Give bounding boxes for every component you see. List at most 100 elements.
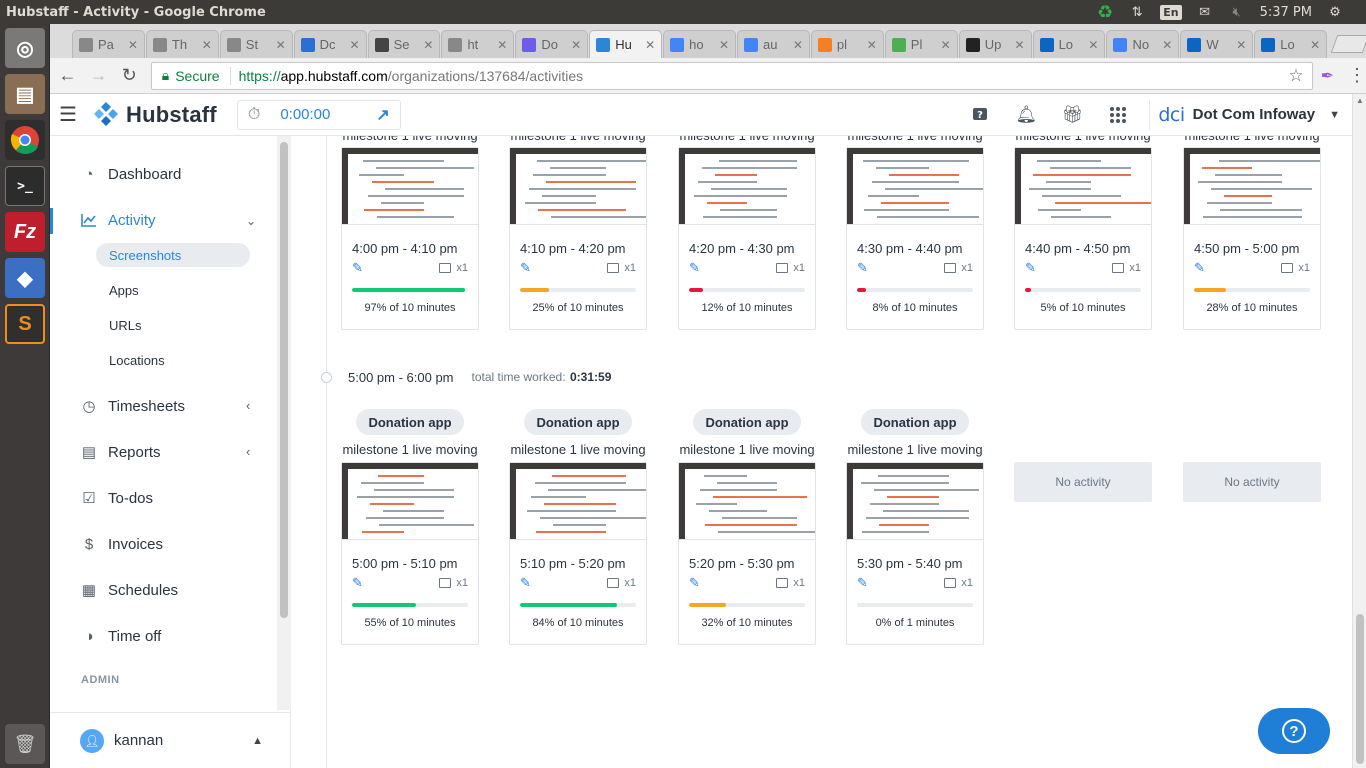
screenshot-thumbnail[interactable]: [679, 463, 815, 540]
user-menu[interactable]: 👤︎ kannan ▲: [50, 712, 291, 768]
sidebar-item-invoices[interactable]: $ Invoices: [80, 532, 163, 556]
chevron-left-icon[interactable]: ‹: [246, 398, 250, 413]
sidebar-scrollbar[interactable]: [277, 136, 291, 710]
screenshot-count[interactable]: x1: [944, 262, 973, 274]
network-arrows-icon[interactable]: ⇅: [1128, 4, 1146, 20]
screenshot-count[interactable]: x1: [944, 577, 973, 589]
tab-close-icon[interactable]: ✕: [350, 38, 360, 52]
browser-tab[interactable]: ht ✕: [441, 30, 515, 58]
mail-icon[interactable]: ✉: [1196, 4, 1214, 20]
screenshot-count[interactable]: x1: [1281, 262, 1310, 274]
browser-tab[interactable]: No ✕: [1106, 30, 1180, 58]
browser-tab[interactable]: Hu ✕: [589, 30, 663, 58]
page-scrollbar[interactable]: ▲: [1352, 94, 1366, 768]
hubstaff-logo[interactable]: Hubstaff: [92, 101, 217, 129]
project-badge[interactable]: Donation app: [524, 409, 632, 435]
tab-close-icon[interactable]: ✕: [719, 38, 729, 52]
address-bar[interactable]: 🔒︎ Secure https://app.hubstaff.com/organ…: [150, 61, 1313, 90]
sidebar-item-todos[interactable]: ☑ To-dos: [80, 486, 153, 510]
screenshot-count[interactable]: x1: [776, 577, 805, 589]
input-language-indicator[interactable]: En: [1160, 4, 1182, 20]
sidebar-item-schedules[interactable]: ▦ Schedules: [80, 578, 178, 602]
chevron-down-icon[interactable]: ⌄: [246, 214, 256, 228]
tab-close-icon[interactable]: ✕: [793, 38, 803, 52]
screenshot-thumbnail[interactable]: [510, 148, 646, 225]
tab-close-icon[interactable]: ✕: [276, 38, 286, 52]
screenshot-count[interactable]: x1: [607, 262, 636, 274]
browser-tab[interactable]: St ✕: [219, 30, 293, 58]
screenshot-thumbnail[interactable]: [342, 463, 478, 540]
browser-tab[interactable]: Pa ✕: [72, 30, 145, 58]
screenshot-count[interactable]: x1: [776, 262, 805, 274]
screenshot-count[interactable]: x1: [1112, 262, 1141, 274]
screenshot-thumbnail[interactable]: [342, 148, 478, 225]
browser-tab[interactable]: Up ✕: [958, 30, 1032, 58]
edit-pencil-icon[interactable]: ✎: [1025, 260, 1036, 276]
tab-close-icon[interactable]: ✕: [1236, 38, 1246, 52]
browser-tab[interactable]: Se ✕: [367, 30, 441, 58]
filezilla-app-icon[interactable]: Fz: [5, 212, 45, 252]
tab-close-icon[interactable]: ✕: [867, 38, 877, 52]
edit-pencil-icon[interactable]: ✎: [1194, 260, 1205, 276]
clock[interactable]: 5:37 PM: [1260, 5, 1312, 20]
project-badge[interactable]: Donation app: [356, 409, 464, 435]
chevron-left-icon[interactable]: ‹: [246, 444, 250, 459]
tab-close-icon[interactable]: ✕: [941, 38, 951, 52]
organization-switcher[interactable]: dci Dot Com Infoway ▼: [1158, 104, 1352, 126]
screenshot-thumbnail[interactable]: [847, 463, 983, 540]
screenshot-thumbnail[interactable]: [510, 463, 646, 540]
edit-pencil-icon[interactable]: ✎: [689, 260, 700, 276]
tab-close-icon[interactable]: ✕: [1310, 38, 1320, 52]
tab-close-icon[interactable]: ✕: [571, 38, 581, 52]
hamburger-menu-icon[interactable]: ☰: [50, 102, 86, 127]
sidebar-item-reports[interactable]: ▤ Reports: [80, 440, 161, 464]
sidebar-item-dashboard[interactable]: ◔ Dashboard: [80, 162, 181, 186]
terminal-app-icon[interactable]: >_: [5, 166, 45, 206]
browser-tab[interactable]: Lo ✕: [1032, 30, 1106, 58]
forward-button[interactable]: →: [85, 62, 112, 90]
browser-tab[interactable]: Pl ✕: [884, 30, 958, 58]
project-badge[interactable]: Donation app: [693, 409, 801, 435]
reload-button[interactable]: ↻: [116, 62, 143, 90]
hubstaff-app-icon[interactable]: ◆: [5, 258, 45, 298]
browser-tab[interactable]: au ✕: [737, 30, 810, 58]
tab-close-icon[interactable]: ✕: [1015, 38, 1025, 52]
tab-close-icon[interactable]: ✕: [645, 38, 655, 52]
project-badge[interactable]: Donation app: [861, 409, 969, 435]
tab-close-icon[interactable]: ✕: [497, 38, 507, 52]
timer-widget[interactable]: ⏱ 0:00:00 ↗: [236, 99, 401, 130]
browser-tab[interactable]: Th ✕: [145, 30, 219, 58]
edit-pencil-icon[interactable]: ✎: [520, 575, 531, 591]
edit-pencil-icon[interactable]: ✎: [520, 260, 531, 276]
edit-pencil-icon[interactable]: ✎: [689, 575, 700, 591]
help-question-icon[interactable]: ?: [957, 107, 1003, 123]
back-button[interactable]: ←: [54, 62, 81, 90]
recycle-icon[interactable]: ♻: [1096, 2, 1114, 23]
tab-close-icon[interactable]: ✕: [1162, 38, 1172, 52]
ubuntu-dash-icon[interactable]: ◎: [5, 28, 45, 68]
trash-icon[interactable]: 🗑︎: [5, 724, 45, 764]
edit-pencil-icon[interactable]: ✎: [857, 575, 868, 591]
browser-tab[interactable]: Dc ✕: [293, 30, 367, 58]
tab-close-icon[interactable]: ✕: [128, 38, 138, 52]
sidebar-scrollbar-thumb[interactable]: [280, 142, 288, 618]
settings-gear-icon[interactable]: ⚙: [1326, 4, 1344, 20]
page-scrollbar-thumb[interactable]: [1356, 614, 1364, 764]
sidebar-item-time-off[interactable]: ◑ Time off: [80, 624, 161, 648]
browser-menu-icon[interactable]: ⋮: [1348, 65, 1366, 86]
subnav-screenshots[interactable]: Screenshots: [96, 243, 250, 267]
subnav-urls[interactable]: URLs: [96, 313, 250, 337]
bookmark-star-icon[interactable]: ☆: [1288, 66, 1311, 86]
open-timer-arrow-icon[interactable]: ↗: [376, 105, 389, 125]
tab-close-icon[interactable]: ✕: [1088, 38, 1098, 52]
screenshot-thumbnail[interactable]: [679, 148, 815, 225]
edit-pencil-icon[interactable]: ✎: [857, 260, 868, 276]
screenshot-count[interactable]: x1: [607, 577, 636, 589]
screenshot-thumbnail[interactable]: [1015, 148, 1151, 225]
volume-muted-icon[interactable]: 🔇︎: [1228, 4, 1246, 20]
files-app-icon[interactable]: ▤: [5, 74, 45, 114]
sidebar-item-activity[interactable]: Activity: [80, 208, 156, 232]
extension-feather-icon[interactable]: ✒: [1321, 66, 1334, 86]
edit-pencil-icon[interactable]: ✎: [352, 260, 363, 276]
subnav-apps[interactable]: Apps: [96, 278, 250, 302]
